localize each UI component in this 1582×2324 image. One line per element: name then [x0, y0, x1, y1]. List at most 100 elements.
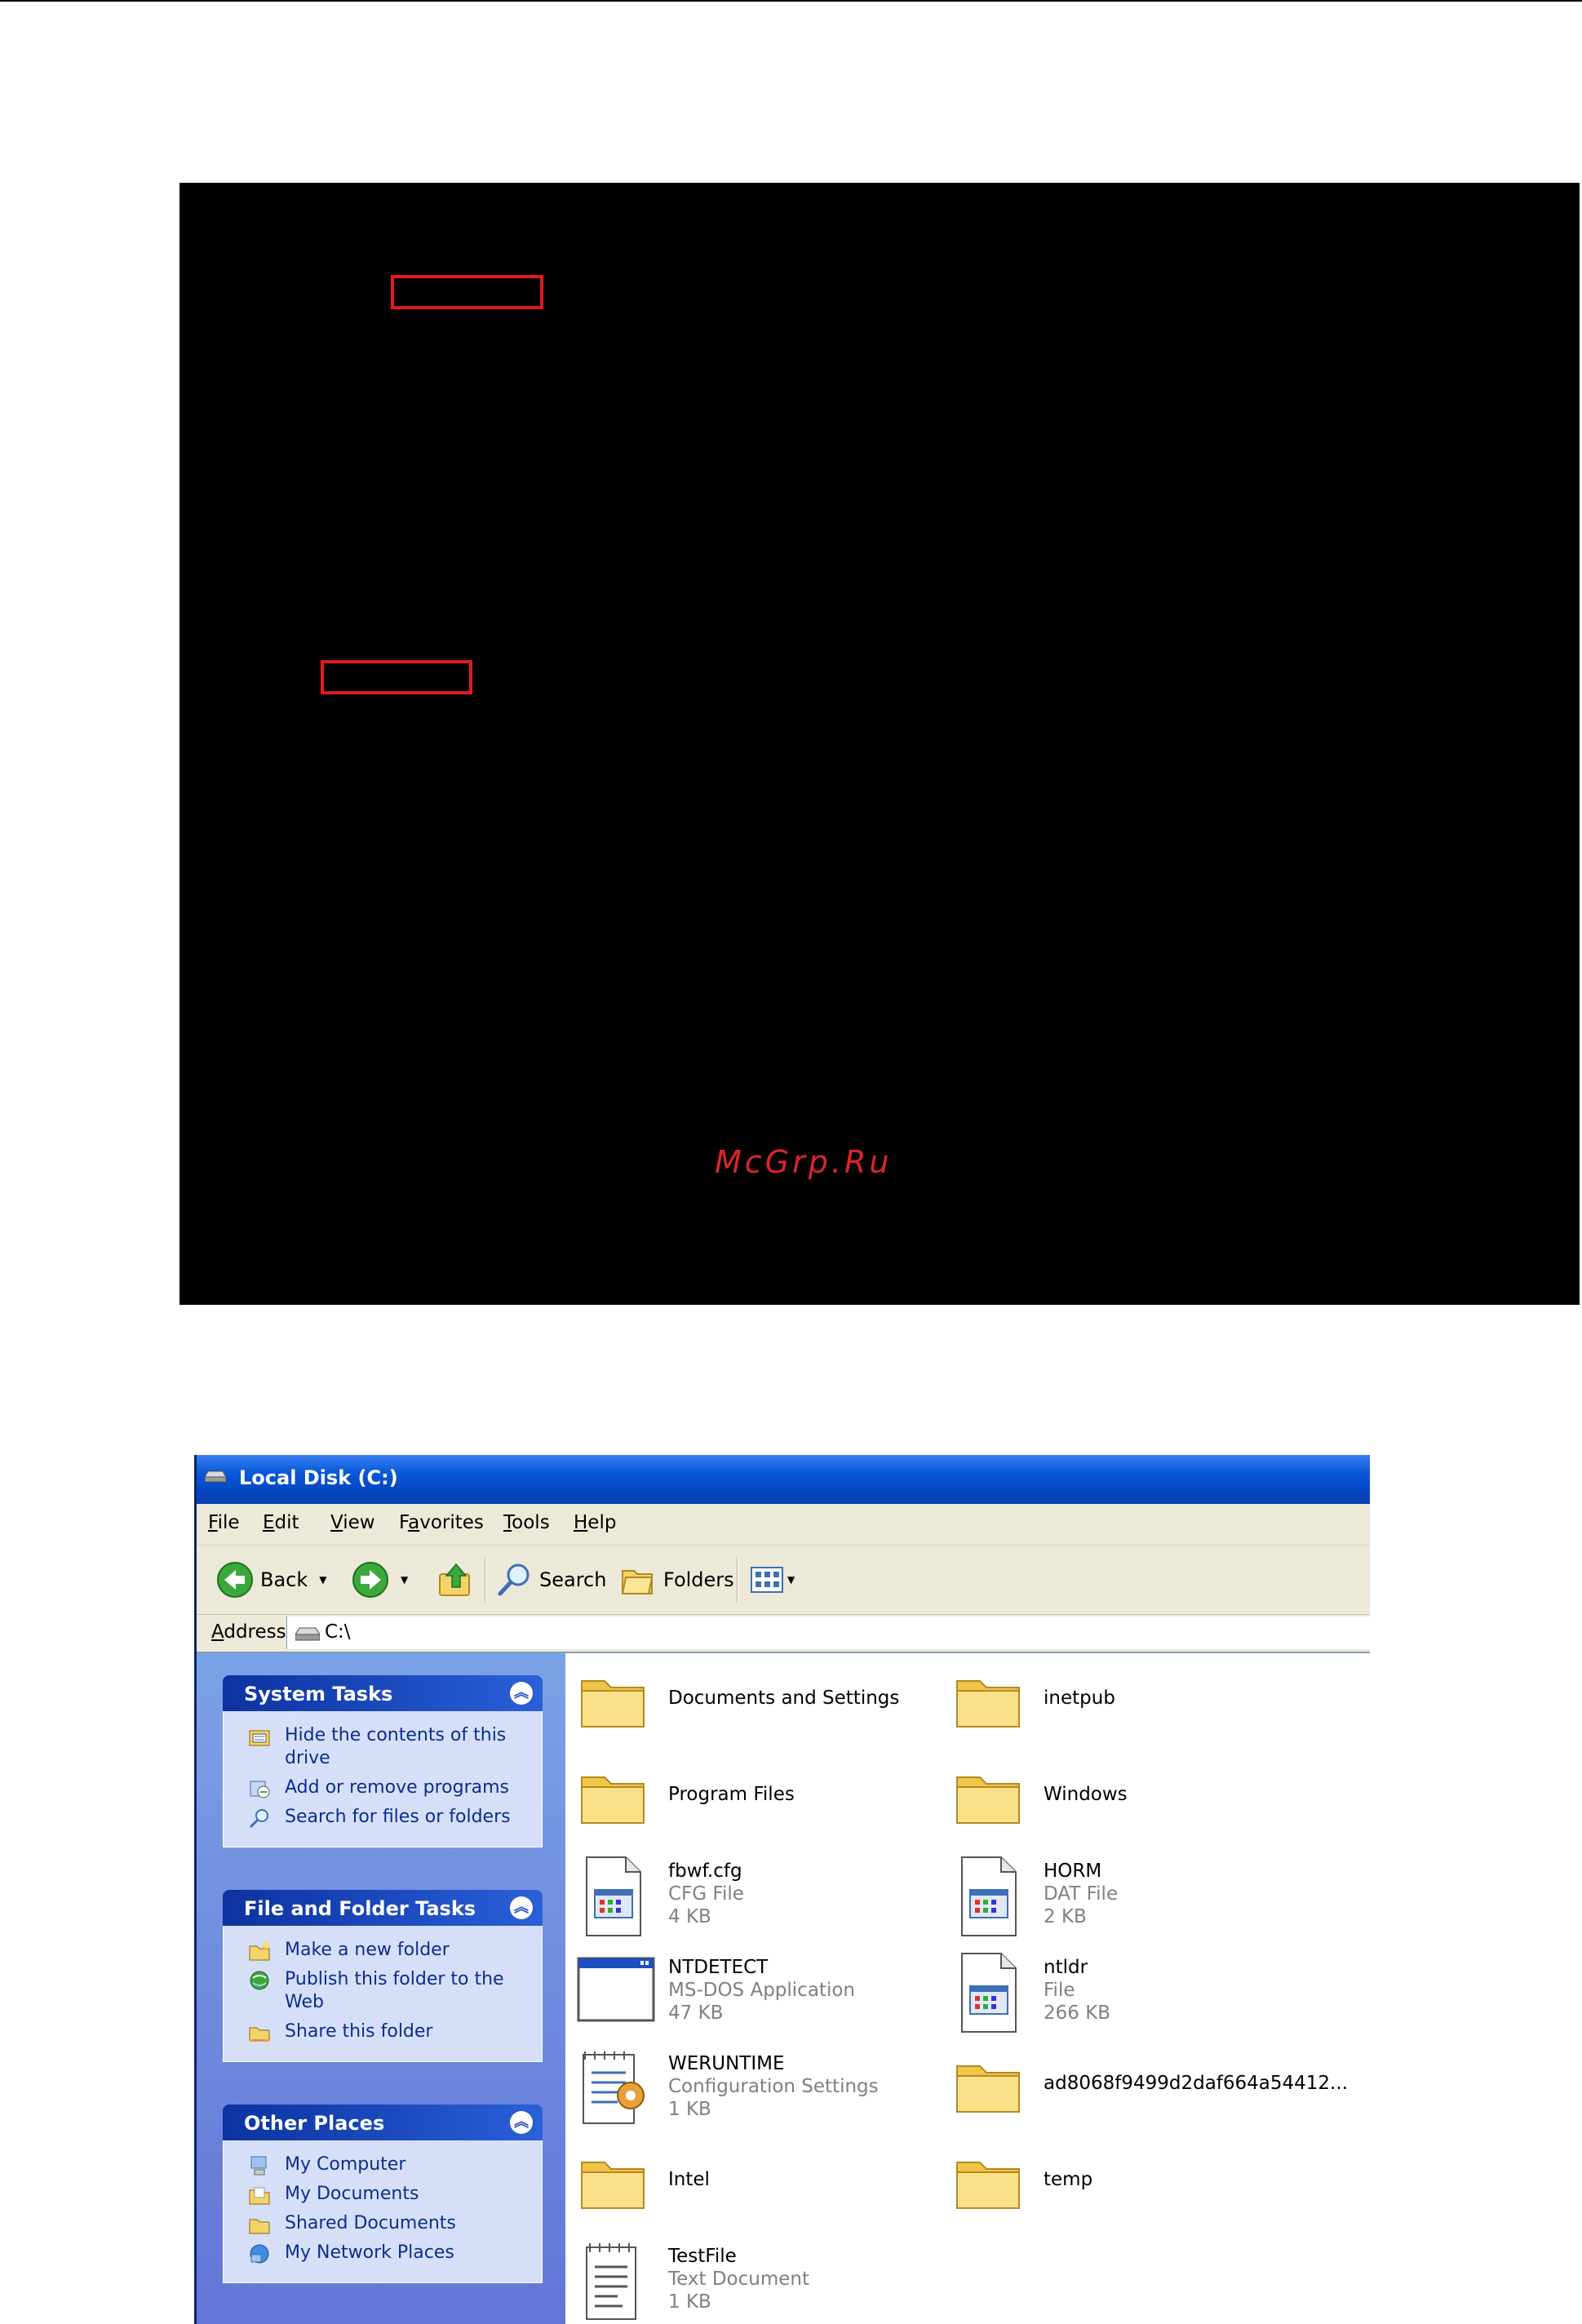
search-icon: [249, 1809, 268, 1829]
menu-edit[interactable]: Edit: [263, 1512, 299, 1533]
menu-help[interactable]: Help: [574, 1512, 616, 1533]
file-item[interactable]: TestFile Text Document 1 KB: [570, 2238, 946, 2324]
search-icon: [498, 1563, 530, 1596]
dropdown-arrow-icon[interactable]: ▼: [787, 1574, 795, 1586]
black-screenshot-panel: McGrp.Ru: [179, 183, 1580, 1305]
file-size: 4 KB: [668, 1906, 711, 1927]
task-add-remove-programs[interactable]: Add or remove programs: [224, 1776, 542, 1799]
file-name: HORM: [1044, 1861, 1102, 1882]
file-name: fbwf.cfg: [668, 1861, 742, 1882]
panel-header[interactable]: System Tasks ︽: [223, 1675, 543, 1711]
explorer-window: Local Disk (C:) File Edit View Favorites…: [194, 1455, 1370, 2324]
file-item[interactable]: inetpub: [946, 1660, 1321, 1750]
file-name: NTDETECT: [668, 1957, 769, 1978]
place-my-documents[interactable]: My Documents: [224, 2183, 542, 2206]
file-item[interactable]: fbwf.cfg CFG File 4 KB: [570, 1852, 946, 1942]
file-type: MS-DOS Application: [668, 1980, 855, 2001]
menu-bar: File Edit View Favorites Tools Help: [197, 1504, 1370, 1546]
menu-favorites[interactable]: Favorites: [399, 1512, 484, 1533]
folders-button[interactable]: Folders: [619, 1546, 734, 1614]
address-bar: Address C:\: [197, 1615, 1370, 1653]
highlight-box: [391, 275, 543, 309]
settings-file-icon: [583, 2051, 645, 2124]
menu-view[interactable]: View: [330, 1512, 375, 1533]
collapse-chevron-icon[interactable]: ︽: [510, 1682, 533, 1705]
collapse-chevron-icon[interactable]: ︽: [510, 2111, 533, 2134]
file-item[interactable]: ntldr File 266 KB: [946, 1949, 1321, 2038]
folder-icon: [956, 2162, 1020, 2209]
file-item[interactable]: HORM DAT File 2 KB: [946, 1852, 1321, 1942]
forward-arrow-icon: [352, 1562, 388, 1598]
folders-icon: [621, 1570, 654, 1594]
panel-header[interactable]: Other Places ︽: [223, 2104, 543, 2140]
search-button[interactable]: Search: [495, 1546, 606, 1614]
file-name: Documents and Settings: [668, 1688, 900, 1709]
place-my-computer[interactable]: My Computer: [224, 2153, 542, 2176]
file-name: inetpub: [1044, 1688, 1115, 1709]
folder-icon: [956, 2065, 1020, 2113]
toolbar-separator: [485, 1557, 486, 1603]
file-list: Documents and Settings inetpub Program Fil…: [565, 1653, 1370, 2324]
file-size: 1 KB: [668, 2099, 711, 2120]
file-item[interactable]: Documents and Settings: [570, 1660, 946, 1750]
file-item[interactable]: ad8068f9499d2daf664a54412...: [946, 2045, 1348, 2135]
text-file-icon: [586, 2243, 636, 2320]
task-publish-to-web[interactable]: Publish this folder to the Web: [224, 1968, 542, 2014]
file-item[interactable]: Intel: [570, 2141, 946, 2231]
file-type: Configuration Settings: [668, 2076, 879, 2097]
file-name: Intel: [668, 2169, 710, 2190]
file-item[interactable]: Windows: [946, 1756, 1321, 1846]
hide-contents-icon: [249, 1730, 270, 1746]
my-computer-icon: [250, 2156, 267, 2175]
toolbar: Back ▼ ▼ Search Folders ▼: [197, 1546, 1370, 1615]
menu-tools[interactable]: Tools: [503, 1512, 550, 1533]
task-share-folder[interactable]: Share this folder: [224, 2020, 542, 2043]
up-folder-icon: [439, 1563, 470, 1596]
task-hide-drive-contents[interactable]: Hide the contents of this drive: [224, 1724, 542, 1770]
panel-title: Other Places: [244, 2112, 385, 2135]
forward-button[interactable]: ▼: [352, 1546, 408, 1614]
collapse-chevron-icon[interactable]: ︽: [510, 1896, 533, 1919]
file-name: WERUNTIME: [668, 2053, 785, 2074]
my-documents-icon: [249, 2187, 270, 2205]
toolbar-separator: [737, 1557, 738, 1603]
up-folder-button[interactable]: [436, 1546, 474, 1614]
panel-body: Hide the contents of this drive Add or r…: [223, 1711, 543, 1847]
panel-body: Make a new folder Publish this folder to…: [223, 1926, 543, 2062]
panel-header[interactable]: File and Folder Tasks ︽: [223, 1890, 543, 1926]
file-name: TestFile: [668, 2246, 737, 2267]
address-label: Address: [211, 1621, 286, 1643]
other-places-panel: Other Places ︽ My Computer My Documents …: [223, 2104, 543, 2283]
file-size: 1 KB: [668, 2291, 711, 2313]
file-item[interactable]: NTDETECT MS-DOS Application 47 KB: [570, 1949, 946, 2038]
file-name: ad8068f9499d2daf664a54412...: [1044, 2073, 1348, 2094]
title-bar[interactable]: Local Disk (C:): [197, 1455, 1370, 1504]
network-places-icon: [250, 2244, 269, 2264]
back-button[interactable]: Back ▼: [216, 1546, 327, 1614]
dropdown-arrow-icon[interactable]: ▼: [319, 1574, 326, 1586]
file-item[interactable]: Program Files: [570, 1756, 946, 1846]
file-item[interactable]: WERUNTIME Configuration Settings 1 KB: [570, 2045, 946, 2135]
dropdown-arrow-icon[interactable]: ▼: [401, 1574, 408, 1586]
place-shared-documents[interactable]: Shared Documents: [224, 2212, 542, 2235]
folder-icon: [581, 1680, 645, 1727]
file-item[interactable]: temp: [946, 2141, 1321, 2231]
file-size: 47 KB: [668, 2002, 724, 2024]
system-file-icon: [961, 1856, 1017, 1936]
menu-file[interactable]: File: [208, 1512, 240, 1533]
file-size: 266 KB: [1044, 2002, 1111, 2024]
add-remove-programs-icon: [250, 1781, 270, 1798]
address-input[interactable]: C:\: [286, 1617, 1370, 1649]
panel-title: System Tasks: [244, 1683, 393, 1705]
task-search-files[interactable]: Search for files or folders: [224, 1806, 542, 1829]
file-type: DAT File: [1044, 1883, 1119, 1905]
views-button[interactable]: ▼: [748, 1546, 795, 1614]
place-my-network-places[interactable]: My Network Places: [224, 2242, 542, 2264]
system-file-icon: [586, 1856, 641, 1936]
file-name: Windows: [1044, 1784, 1128, 1805]
system-file-icon: [961, 1953, 1017, 2033]
file-type: File: [1044, 1980, 1075, 2001]
file-name: temp: [1044, 2169, 1093, 2190]
system-tasks-panel: System Tasks ︽ Hide the contents of this…: [223, 1675, 543, 1847]
task-make-new-folder[interactable]: Make a new folder: [224, 1939, 542, 1962]
